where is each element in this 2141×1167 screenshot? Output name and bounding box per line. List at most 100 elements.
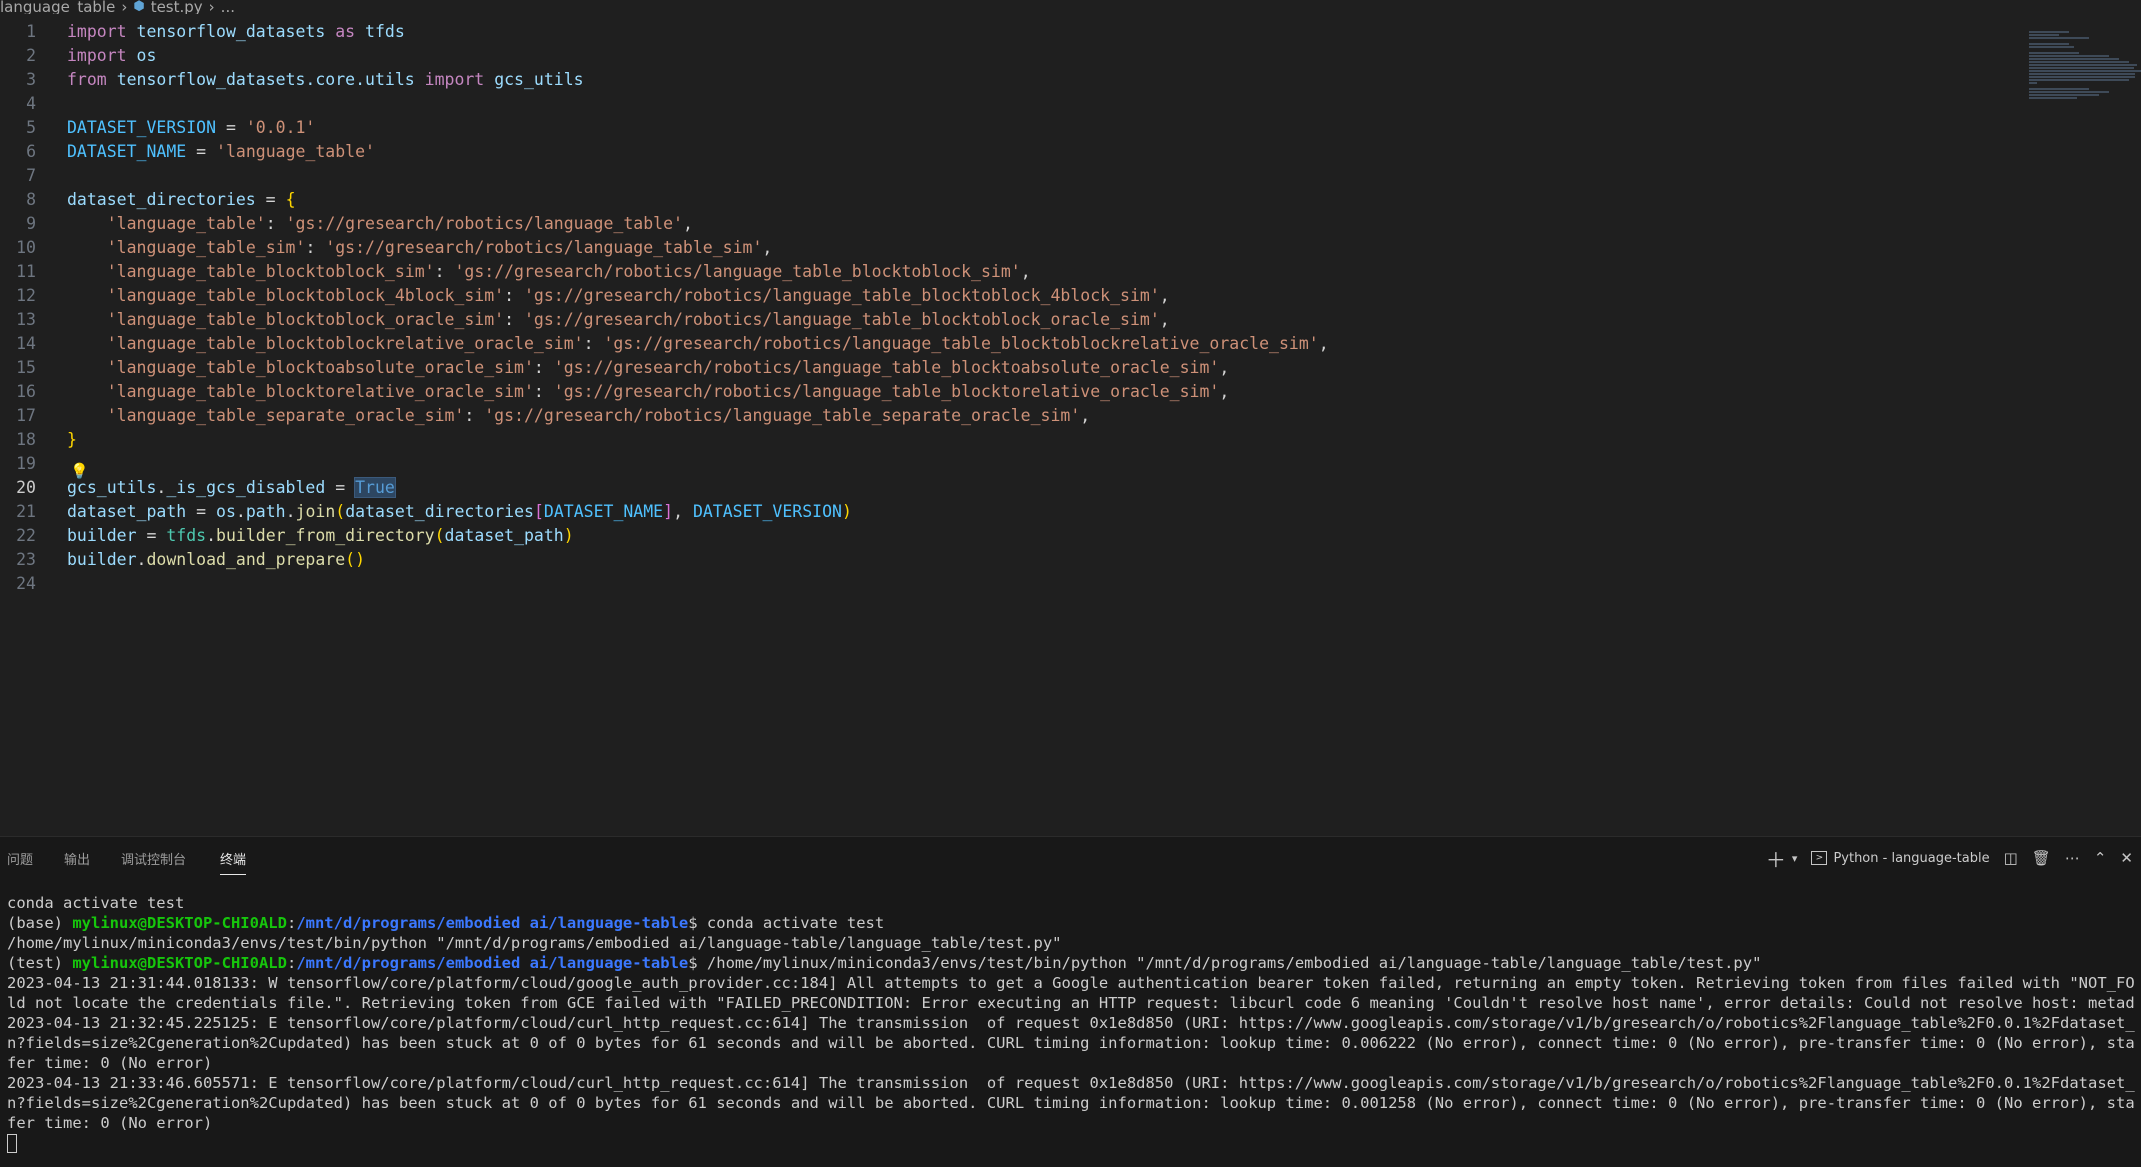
terminal-cursor: [7, 1134, 17, 1153]
code-text[interactable]: 'language_table_blocktoblock_4block_sim'…: [67, 284, 1170, 308]
split-icon[interactable]: ◫: [2004, 849, 2018, 867]
breadcrumb: language_table › ⬢ test.py › ...: [0, 0, 2081, 14]
code-line[interactable]: 21 dataset_path = os.path.join(dataset_di…: [0, 500, 2000, 524]
line-number: 17: [16, 406, 36, 425]
terminal-line: n?fields=size%2Cgeneration%2Cupdated) ha…: [7, 1034, 2135, 1052]
tab-problems[interactable]: 问题: [7, 849, 33, 868]
code-line[interactable]: 1 import tensorflow_datasets as tfds: [0, 20, 2000, 44]
lightbulb-icon[interactable]: 💡: [70, 462, 89, 480]
code-text[interactable]: 'language_table_blocktoabsolute_oracle_s…: [67, 356, 1230, 380]
chevron-down-icon[interactable]: ▾: [1792, 852, 1798, 865]
plus-icon[interactable]: ＋: [1766, 844, 1786, 873]
line-number: 10: [16, 238, 36, 257]
terminal-line: fer time: 0 (No error): [7, 1054, 213, 1072]
line-number: 2: [26, 46, 36, 65]
code-text[interactable]: 'language_table_blocktoblockrelative_ora…: [67, 332, 1329, 356]
code-text[interactable]: import os: [67, 44, 156, 68]
terminal-line: (test) mylinux@DESKTOP-CHI0ALD:/mnt/d/pr…: [7, 954, 1762, 972]
python-file-icon: ⬢: [133, 0, 145, 14]
code-line[interactable]: 4: [0, 92, 2000, 116]
terminal-line: 2023-04-13 21:31:44.018133: W tensorflow…: [7, 974, 2135, 992]
tab-terminal[interactable]: 终端: [220, 849, 247, 875]
line-number: 22: [16, 526, 36, 545]
code-line[interactable]: 11 'language_table_blocktoblock_sim': 'g…: [0, 260, 2000, 284]
bottom-panel: 问题 输出 调试控制台 终端 ＋ ▾ > Python - language-t…: [0, 836, 2141, 1167]
line-number: 5: [26, 118, 36, 137]
code-line[interactable]: 24: [0, 572, 2000, 596]
code-text[interactable]: 'language_table': 'gs://gresearch/roboti…: [67, 212, 693, 236]
chevron-up-icon[interactable]: ⌃: [2094, 849, 2107, 867]
code-line[interactable]: 16 'language_table_blocktorelative_oracl…: [0, 380, 2000, 404]
code-text[interactable]: gcs_utils._is_gcs_disabled = True: [67, 476, 396, 500]
terminal-line: fer time: 0 (No error): [7, 1114, 213, 1132]
code-text[interactable]: 'language_table_blocktoblock_sim': 'gs:/…: [67, 260, 1031, 284]
terminal-line: 2023-04-13 21:32:45.225125: E tensorflow…: [7, 1014, 2135, 1032]
code-line[interactable]: 12 'language_table_blocktoblock_4block_s…: [0, 284, 2000, 308]
line-number: 18: [16, 430, 36, 449]
terminal-selector[interactable]: > Python - language-table: [1811, 850, 1990, 866]
code-line[interactable]: 2 import os: [0, 44, 2000, 68]
minimap[interactable]: [2029, 30, 2141, 100]
line-number: 19: [16, 454, 36, 473]
code-line[interactable]: 15 'language_table_blocktoabsolute_oracl…: [0, 356, 2000, 380]
code-text[interactable]: }: [67, 428, 77, 452]
code-line[interactable]: 8 dataset_directories = {: [0, 188, 2000, 212]
code-line[interactable]: 23 builder.download_and_prepare(): [0, 548, 2000, 572]
terminal-output[interactable]: conda activate test (base) mylinux@DESKTO…: [7, 893, 2135, 1163]
code-text[interactable]: from tensorflow_datasets.core.utils impo…: [67, 68, 584, 92]
line-number: 13: [16, 310, 36, 329]
code-line[interactable]: 20 gcs_utils._is_gcs_disabled = True: [0, 476, 2000, 500]
code-text[interactable]: DATASET_NAME = 'language_table': [67, 140, 375, 164]
terminal-prompt-line[interactable]: [7, 1133, 2135, 1153]
line-number: 12: [16, 286, 36, 305]
tab-debug-console[interactable]: 调试控制台: [121, 849, 186, 868]
terminal-line: /home/mylinux/miniconda3/envs/test/bin/p…: [7, 934, 1062, 952]
panel-actions: ＋ ▾ > Python - language-table ◫ 🗑 ⋯ ⌃ ✕: [1766, 844, 2133, 873]
code-line[interactable]: 19: [0, 452, 2000, 476]
line-number: 6: [26, 142, 36, 161]
line-number: 8: [26, 190, 36, 209]
line-number: 9: [26, 214, 36, 233]
terminal-icon: >: [1811, 851, 1828, 865]
code-line[interactable]: 18}: [0, 428, 2000, 452]
code-text[interactable]: DATASET_VERSION = '0.0.1': [67, 116, 315, 140]
tab-output[interactable]: 输出: [64, 849, 90, 868]
line-number: 7: [26, 166, 36, 185]
code-line[interactable]: 7: [0, 164, 2000, 188]
code-line[interactable]: 5 DATASET_VERSION = '0.0.1': [0, 116, 2000, 140]
code-text[interactable]: 'language_table_separate_oracle_sim': 'g…: [67, 404, 1090, 428]
code-text[interactable]: 'language_table_blocktorelative_oracle_s…: [67, 380, 1230, 404]
line-number: 20: [16, 478, 36, 497]
code-line[interactable]: 22 builder = tfds.builder_from_directory(…: [0, 524, 2000, 548]
code-text[interactable]: 'language_table_sim': 'gs://gresearch/ro…: [67, 236, 773, 260]
breadcrumb-more[interactable]: ...: [221, 0, 235, 14]
code-line[interactable]: 6 DATASET_NAME = 'language_table': [0, 140, 2000, 164]
line-number: 1: [26, 22, 36, 41]
code-text[interactable]: builder.download_and_prepare(): [67, 548, 365, 572]
code-line[interactable]: 9 'language_table': 'gs://gresearch/robo…: [0, 212, 2000, 236]
close-icon[interactable]: ✕: [2120, 849, 2133, 867]
line-number: 23: [16, 550, 36, 569]
breadcrumb-file[interactable]: test.py: [151, 0, 203, 14]
line-number: 14: [16, 334, 36, 353]
terminal-name: Python - language-table: [1833, 850, 1990, 866]
breadcrumb-folder[interactable]: language_table: [0, 0, 115, 14]
terminal-line: 2023-04-13 21:33:46.605571: E tensorflow…: [7, 1074, 2135, 1092]
code-text[interactable]: builder = tfds.builder_from_directory(da…: [67, 524, 574, 548]
code-text[interactable]: dataset_directories = {: [67, 188, 296, 212]
code-line[interactable]: 10 'language_table_sim': 'gs://gresearch…: [0, 236, 2000, 260]
trash-icon[interactable]: 🗑: [2032, 849, 2051, 867]
terminal-line: ld not locate the credentials file.". Re…: [7, 994, 2135, 1012]
line-number: 24: [16, 574, 36, 593]
code-line[interactable]: 17 'language_table_separate_oracle_sim':…: [0, 404, 2000, 428]
chevron-right-icon: ›: [121, 0, 128, 14]
code-line[interactable]: 14 'language_table_blocktoblockrelative_…: [0, 332, 2000, 356]
code-line[interactable]: 3 from tensorflow_datasets.core.utils imp…: [0, 68, 2000, 92]
code-text[interactable]: 'language_table_blocktoblock_oracle_sim'…: [67, 308, 1170, 332]
code-line[interactable]: 13 'language_table_blocktoblock_oracle_s…: [0, 308, 2000, 332]
code-text[interactable]: import tensorflow_datasets as tfds: [67, 20, 405, 44]
code-editor[interactable]: 1 import tensorflow_datasets as tfds 2 impo…: [0, 15, 2141, 835]
code-text[interactable]: dataset_path = os.path.join(dataset_dire…: [67, 500, 852, 524]
chevron-right-icon: ›: [208, 0, 215, 14]
more-icon[interactable]: ⋯: [2065, 849, 2080, 867]
